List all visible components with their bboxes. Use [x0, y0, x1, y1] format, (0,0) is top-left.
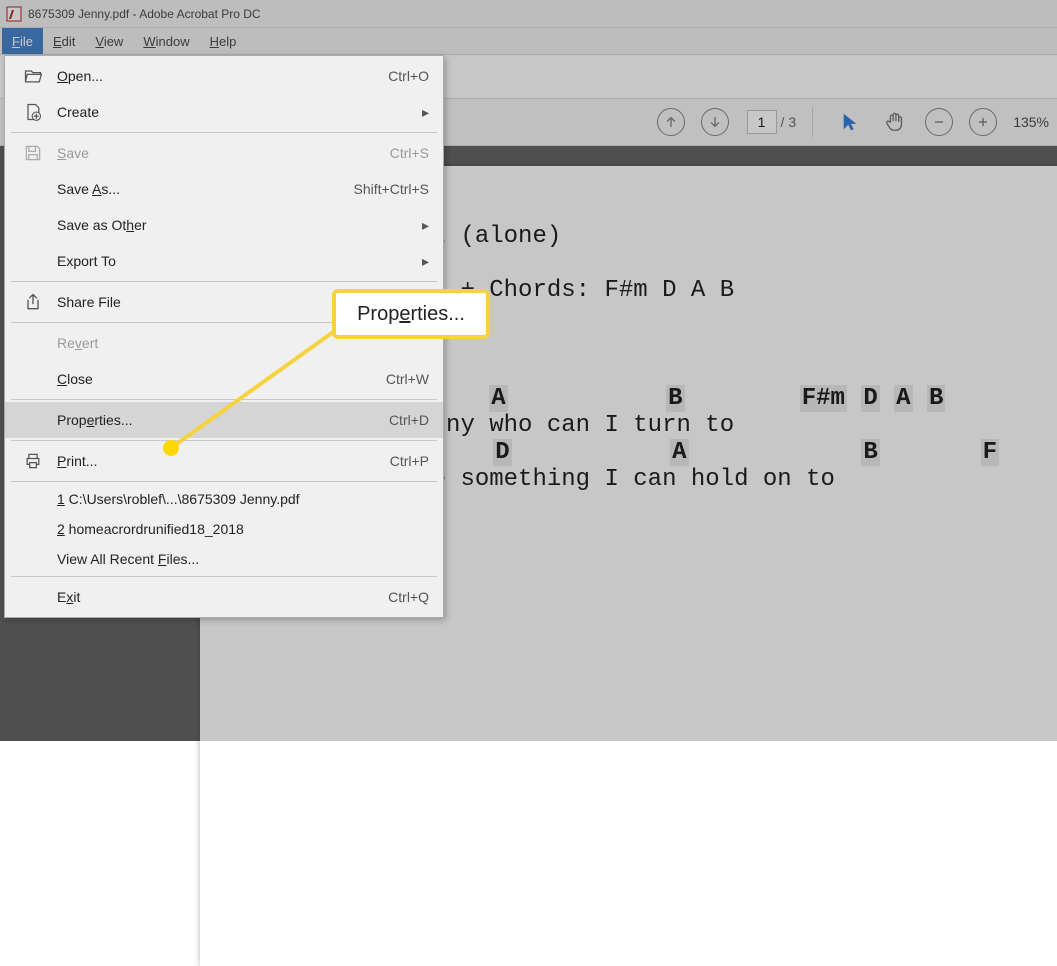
- menu-separator: [11, 576, 437, 577]
- menu-label: Save: [57, 145, 390, 161]
- menu-file[interactable]: File: [2, 28, 43, 54]
- menu-label: Close: [57, 371, 386, 387]
- hand-tool-button[interactable]: [881, 108, 909, 136]
- menu-item-save: Save Ctrl+S: [5, 135, 443, 171]
- callout-highlight-dot: [163, 440, 179, 456]
- menu-item-recent-1[interactable]: 1 C:\Users\roblef\...\8675309 Jenny.pdf: [5, 484, 443, 514]
- zoom-in-button[interactable]: [969, 108, 997, 136]
- menu-item-recent-2[interactable]: 2 homeacrordrunified18_2018: [5, 514, 443, 544]
- menu-separator: [11, 481, 437, 482]
- menu-label: Save as Other: [57, 217, 429, 233]
- menu-item-open[interactable]: Open... Ctrl+O: [5, 58, 443, 94]
- menu-window[interactable]: Window: [133, 28, 199, 54]
- menu-shortcut: Ctrl+Q: [388, 589, 429, 605]
- menu-bar: File Edit View Window Help: [0, 28, 1057, 55]
- callout-label: Properties...: [357, 303, 465, 326]
- menu-label: Print...: [57, 453, 390, 469]
- page-down-button[interactable]: [701, 108, 729, 136]
- submenu-arrow-icon: ▸: [422, 104, 429, 121]
- menu-label: Create: [57, 104, 429, 120]
- toolbar-separator: [812, 107, 813, 137]
- menu-item-create[interactable]: Create ▸: [5, 94, 443, 130]
- menu-item-save-as[interactable]: Save As... Shift+Ctrl+S: [5, 171, 443, 207]
- menu-label: Save As...: [57, 181, 354, 197]
- menu-label: Export To: [57, 253, 429, 269]
- menu-item-view-all-recent[interactable]: View All Recent Files...: [5, 544, 443, 574]
- menu-separator: [11, 440, 437, 441]
- menu-shortcut: Ctrl+W: [386, 371, 429, 387]
- menu-edit[interactable]: Edit: [43, 28, 85, 54]
- menu-shortcut: Ctrl+S: [390, 145, 429, 161]
- menu-label: 1 C:\Users\roblef\...\8675309 Jenny.pdf: [57, 491, 429, 507]
- app-icon: [6, 6, 22, 22]
- menu-separator: [11, 281, 437, 282]
- menu-item-properties[interactable]: Properties... Ctrl+D: [5, 402, 443, 438]
- menu-separator: [11, 399, 437, 400]
- menu-separator: [11, 132, 437, 133]
- zoom-out-button[interactable]: [925, 108, 953, 136]
- window-title: 8675309 Jenny.pdf - Adobe Acrobat Pro DC: [28, 7, 261, 21]
- menu-label: Open...: [57, 68, 388, 84]
- zoom-level-label: 135%: [1013, 114, 1049, 130]
- callout-properties: Properties...: [332, 289, 490, 339]
- selection-tool-button[interactable]: [837, 108, 865, 136]
- submenu-arrow-icon: ▸: [422, 253, 429, 270]
- menu-shortcut: Ctrl+O: [388, 68, 429, 84]
- menu-shortcut: Shift+Ctrl+S: [354, 181, 429, 197]
- page-separator: /: [781, 114, 785, 130]
- menu-help[interactable]: Help: [200, 28, 247, 54]
- title-bar: 8675309 Jenny.pdf - Adobe Acrobat Pro DC: [0, 0, 1057, 28]
- menu-item-close[interactable]: Close Ctrl+W: [5, 361, 443, 397]
- menu-item-save-as-other[interactable]: Save as Other ▸: [5, 207, 443, 243]
- submenu-arrow-icon: ▸: [422, 217, 429, 234]
- save-icon: [19, 143, 47, 163]
- menu-label: Properties...: [57, 412, 389, 428]
- page-number-input[interactable]: [747, 110, 777, 134]
- menu-item-export-to[interactable]: Export To ▸: [5, 243, 443, 279]
- share-icon: [19, 292, 47, 312]
- print-icon: [19, 451, 47, 471]
- page-up-button[interactable]: [657, 108, 685, 136]
- menu-shortcut: Ctrl+D: [389, 412, 429, 428]
- create-file-icon: [19, 102, 47, 122]
- menu-label: Exit: [57, 589, 388, 605]
- menu-item-print[interactable]: Print... Ctrl+P: [5, 443, 443, 479]
- page-total: 3: [788, 114, 796, 130]
- menu-shortcut: Ctrl+P: [390, 453, 429, 469]
- menu-view[interactable]: View: [85, 28, 133, 54]
- folder-open-icon: [19, 66, 47, 86]
- menu-label: 2 homeacrordrunified18_2018: [57, 521, 429, 537]
- menu-label: View All Recent Files...: [57, 551, 429, 567]
- menu-item-exit[interactable]: Exit Ctrl+Q: [5, 579, 443, 615]
